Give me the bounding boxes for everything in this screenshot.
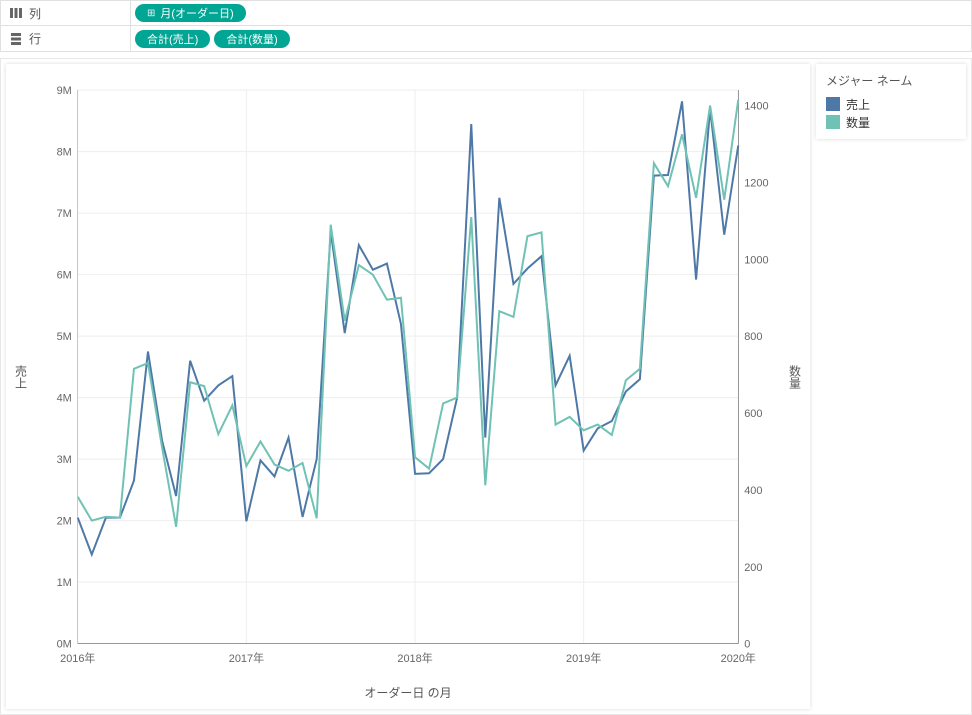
svg-text:600: 600 — [744, 408, 762, 420]
svg-text:1M: 1M — [57, 577, 72, 589]
svg-text:0M: 0M — [57, 639, 72, 651]
field-pill[interactable]: 合計(売上) — [135, 30, 210, 48]
svg-text:3M: 3M — [57, 454, 72, 466]
svg-text:2M: 2M — [57, 516, 72, 528]
y-right-axis-title: 数量 — [786, 74, 804, 680]
svg-text:1200: 1200 — [744, 177, 768, 189]
rows-shelf-label: 行 — [1, 26, 131, 51]
x-axis-title: オーダー日 の月 — [12, 680, 804, 701]
legend-panel[interactable]: メジャー ネーム 売上数量 — [816, 64, 966, 139]
legend-item[interactable]: 数量 — [826, 113, 956, 131]
pill-label: 月(オーダー日) — [160, 5, 233, 21]
svg-text:5M: 5M — [57, 331, 72, 343]
rows-label-text: 行 — [29, 30, 41, 47]
svg-text:800: 800 — [744, 331, 762, 343]
legend-title: メジャー ネーム — [826, 72, 956, 89]
legend-swatch — [826, 115, 840, 129]
columns-shelf-label: 列 — [1, 1, 131, 25]
svg-text:0: 0 — [744, 639, 750, 651]
svg-text:2018年: 2018年 — [397, 651, 432, 665]
svg-text:4M: 4M — [57, 393, 72, 405]
columns-pill-container[interactable]: ⊞ 月(オーダー日) — [131, 1, 971, 25]
pill-icon: ⊞ — [147, 8, 155, 19]
svg-text:1000: 1000 — [744, 254, 768, 266]
rows-icon — [9, 33, 23, 45]
field-pill[interactable]: 合計(数量) — [214, 30, 289, 48]
field-pill[interactable]: ⊞ 月(オーダー日) — [135, 4, 246, 22]
svg-text:8M: 8M — [57, 147, 72, 159]
svg-text:400: 400 — [744, 485, 762, 497]
svg-text:7M: 7M — [57, 208, 72, 220]
main-area: 売上 0M 1M 2M 3M 4M 5M 6M 7M 8M 9M 0 200 400 600 800 1000… — [0, 58, 972, 715]
legend-swatch — [826, 97, 840, 111]
series-line-right[interactable] — [78, 100, 739, 527]
columns-icon — [9, 7, 23, 19]
pill-label: 合計(数量) — [226, 31, 277, 47]
svg-text:2016年: 2016年 — [60, 651, 95, 665]
series-line-left[interactable] — [78, 101, 739, 554]
columns-label-text: 列 — [29, 5, 41, 22]
svg-text:1400: 1400 — [744, 101, 768, 113]
plot-area[interactable]: 0M 1M 2M 3M 4M 5M 6M 7M 8M 9M 0 200 400 600 800 1000 120… — [30, 74, 786, 680]
svg-text:9M: 9M — [57, 85, 72, 97]
legend-label: 売上 — [846, 96, 870, 113]
columns-shelf[interactable]: 列 ⊞ 月(オーダー日) — [0, 0, 972, 26]
legend-item[interactable]: 売上 — [826, 95, 956, 113]
rows-pill-container[interactable]: 合計(売上) 合計(数量) — [131, 26, 971, 51]
pill-label: 合計(売上) — [147, 31, 198, 47]
svg-text:6M: 6M — [57, 270, 72, 282]
chart-panel: 売上 0M 1M 2M 3M 4M 5M 6M 7M 8M 9M 0 200 400 600 800 1000… — [6, 64, 810, 709]
svg-text:2017年: 2017年 — [229, 651, 264, 665]
app-root: 列 ⊞ 月(オーダー日) 行 合計(売上) 合計(数量) 売上 0M 1M 2M 3M 4M… — [0, 0, 972, 715]
svg-text:2020年: 2020年 — [721, 651, 756, 665]
chart-body: 売上 0M 1M 2M 3M 4M 5M 6M 7M 8M 9M 0 200 400 600 800 1000… — [12, 74, 804, 680]
line-chart-svg[interactable]: 0M 1M 2M 3M 4M 5M 6M 7M 8M 9M 0 200 400 600 800 1000 120… — [30, 74, 786, 680]
legend-items: 売上数量 — [826, 95, 956, 131]
svg-text:200: 200 — [744, 562, 762, 574]
rows-shelf[interactable]: 行 合計(売上) 合計(数量) — [0, 26, 972, 52]
svg-text:2019年: 2019年 — [566, 651, 601, 665]
y-left-axis-title: 売上 — [12, 74, 30, 680]
legend-label: 数量 — [846, 114, 870, 131]
